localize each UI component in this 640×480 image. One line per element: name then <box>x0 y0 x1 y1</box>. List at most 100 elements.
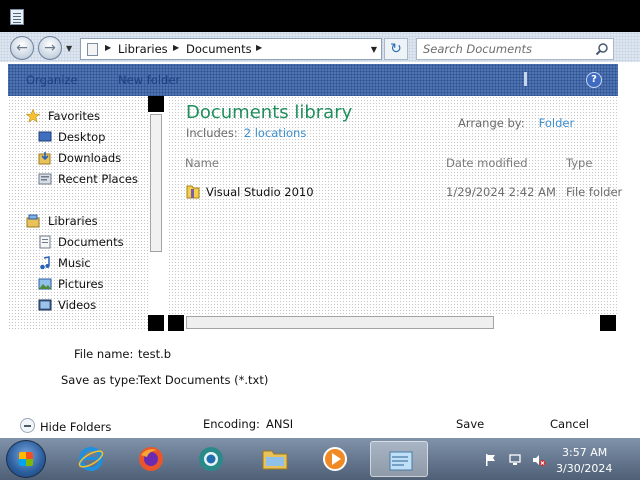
navigation-pane: Favorites Desktop Downloads Recent Place… <box>8 96 148 331</box>
sidebar-item-recent-places[interactable]: Recent Places <box>8 169 148 189</box>
firefox-icon <box>139 447 163 471</box>
taskbar-app-firefox[interactable] <box>122 441 180 477</box>
sidebar-item-label: Desktop <box>58 130 106 144</box>
scroll-thumb[interactable] <box>150 114 162 252</box>
encoding-select[interactable]: ANSI <box>266 417 293 431</box>
libraries-icon <box>26 214 40 228</box>
taskbar-app-internet-explorer[interactable] <box>62 441 120 477</box>
forward-arrow-icon: → <box>44 40 56 56</box>
taskbar-app-media-player[interactable] <box>306 441 364 477</box>
media-player-icon <box>323 447 347 471</box>
breadcrumb-libraries[interactable]: Libraries <box>118 42 168 56</box>
start-button[interactable] <box>6 440 46 478</box>
back-arrow-icon: ← <box>16 40 28 56</box>
sidebar-item-label: Pictures <box>58 277 104 291</box>
sidebar-item-label: Documents <box>58 235 124 249</box>
includes-label: Includes: <box>186 126 238 140</box>
clock-time[interactable]: 3:57 AM <box>562 446 607 459</box>
scroll-thumb[interactable] <box>186 316 494 329</box>
library-includes: Includes: 2 locations <box>186 126 306 140</box>
file-date: 1/29/2024 2:42 AM <box>446 185 556 199</box>
address-dropdown-icon[interactable]: ▼ <box>371 45 377 54</box>
taskbar-app-notepad[interactable] <box>370 441 428 477</box>
sidebar-item-favorites[interactable]: Favorites <box>8 106 148 126</box>
sidebar-item-label: Favorites <box>48 109 100 123</box>
breadcrumb-separator-icon[interactable]: ▶ <box>256 43 262 52</box>
taskbar-app-explorer[interactable] <box>246 441 304 477</box>
new-folder-button[interactable]: New folder <box>118 73 180 87</box>
sidebar-item-label: Videos <box>58 298 97 312</box>
help-icon[interactable]: ? <box>586 72 602 88</box>
scroll-right-button[interactable] <box>600 315 616 331</box>
volume-muted-icon[interactable] <box>532 453 546 467</box>
view-options-icon[interactable] <box>524 72 527 86</box>
scroll-down-button[interactable] <box>148 315 164 331</box>
notepad-icon <box>389 451 413 471</box>
chrome-icon <box>199 447 223 471</box>
sidebar-item-videos[interactable]: Videos <box>8 295 148 315</box>
pictures-icon <box>38 278 52 290</box>
taskbar-app-chrome[interactable] <box>182 441 240 477</box>
column-header-name[interactable]: Name <box>185 156 219 170</box>
column-header-date-modified[interactable]: Date modified <box>446 156 528 170</box>
sidebar-item-desktop[interactable]: Desktop <box>8 127 148 147</box>
cancel-button[interactable]: Cancel <box>550 417 589 431</box>
notepad-icon <box>10 9 24 25</box>
sidebar-item-pictures[interactable]: Pictures <box>8 274 148 294</box>
save-as-type-label: Save as type: <box>61 373 140 387</box>
sidebar-scrollbar[interactable] <box>148 96 166 331</box>
save-as-type-select[interactable]: Text Documents (*.txt) <box>138 373 268 387</box>
sidebar-item-libraries[interactable]: Libraries <box>8 211 148 231</box>
column-header-type[interactable]: Type <box>566 156 592 170</box>
internet-explorer-icon <box>78 447 104 471</box>
hide-folders-button[interactable]: Hide Folders <box>40 420 111 434</box>
command-toolbar: Organize New folder ? <box>8 64 618 96</box>
organize-button[interactable]: Organize <box>26 73 78 87</box>
sidebar-item-downloads[interactable]: Downloads <box>8 148 148 168</box>
horizontal-scrollbar[interactable] <box>166 314 618 331</box>
page-title: Documents library <box>186 102 353 123</box>
desktop-icon <box>38 131 52 142</box>
arrange-by-label: Arrange by: <box>458 116 525 130</box>
file-name-field[interactable]: test.b <box>138 347 171 361</box>
file-name-label: File name: <box>74 347 134 361</box>
breadcrumb-separator-icon[interactable]: ▶ <box>173 43 179 52</box>
sidebar-item-documents[interactable]: Documents <box>8 232 148 252</box>
address-bar[interactable]: ▶ Libraries ▶ Documents ▶ ▼ <box>80 38 382 60</box>
sidebar-item-label: Music <box>58 256 91 270</box>
clock-date[interactable]: 3/30/2024 <box>556 462 612 475</box>
save-button[interactable]: Save <box>456 417 484 431</box>
library-folder-icon <box>87 43 98 56</box>
forward-button[interactable]: → <box>38 36 62 60</box>
locations-link[interactable]: 2 locations <box>244 126 307 140</box>
recent-places-icon <box>38 173 52 185</box>
documents-icon <box>39 235 51 249</box>
file-type: File folder <box>566 185 623 199</box>
navigation-bar: ← → ▼ ▶ Libraries ▶ Documents ▶ ▼ ↻ <box>0 32 640 62</box>
network-icon[interactable] <box>508 453 522 467</box>
search-input[interactable] <box>419 41 589 57</box>
collapse-icon[interactable] <box>20 418 35 433</box>
breadcrumb-documents[interactable]: Documents <box>186 42 252 56</box>
search-icon[interactable] <box>595 42 609 56</box>
refresh-button[interactable]: ↻ <box>384 38 408 60</box>
search-box[interactable] <box>416 38 614 60</box>
taskbar: 3:57 AM 3/30/2024 <box>0 438 640 480</box>
refresh-icon: ↻ <box>390 41 402 57</box>
file-name: Visual Studio 2010 <box>206 185 314 199</box>
arrange-by: Arrange by: Folder <box>458 116 574 130</box>
action-center-flag-icon[interactable] <box>484 453 498 467</box>
recent-pages-dropdown-icon[interactable]: ▼ <box>66 44 72 53</box>
scroll-left-button[interactable] <box>168 315 184 331</box>
title-bar[interactable] <box>0 0 640 32</box>
sidebar-item-label: Recent Places <box>58 172 138 186</box>
arrange-by-dropdown[interactable]: Folder <box>539 116 575 130</box>
file-list-pane: Documents library Includes: 2 locations A… <box>168 96 622 314</box>
breadcrumb-separator-icon[interactable]: ▶ <box>105 43 111 52</box>
back-button[interactable]: ← <box>10 36 34 60</box>
sidebar-item-music[interactable]: Music <box>8 253 148 273</box>
music-icon <box>40 256 50 270</box>
scroll-up-button[interactable] <box>148 96 164 112</box>
explorer-icon <box>262 450 288 470</box>
list-item[interactable]: Visual Studio 2010 1/29/2024 2:42 AM Fil… <box>184 182 622 202</box>
